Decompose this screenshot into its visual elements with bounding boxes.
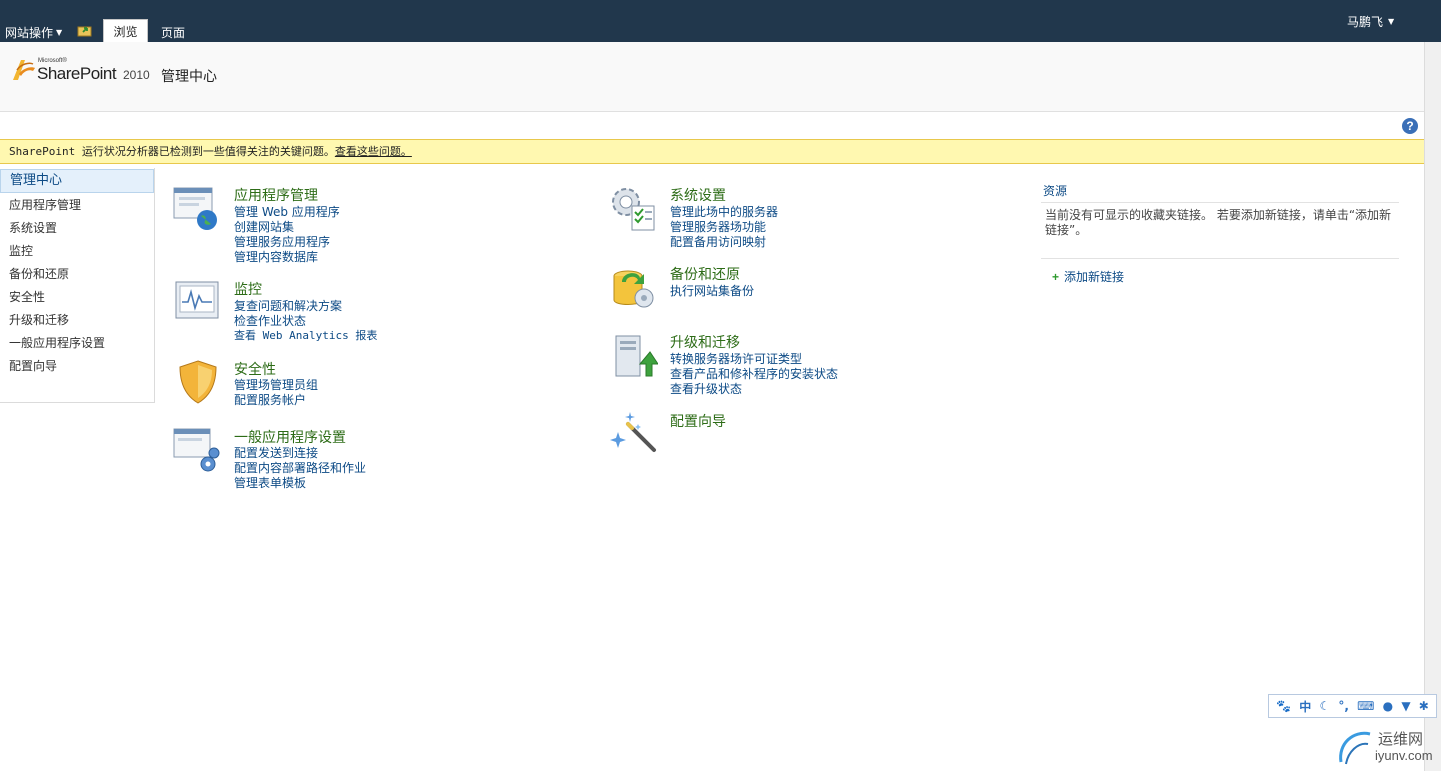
ribbon-bar: 网站操作 ▼ 浏览 页面 马鹏飞 ▼ (0, 0, 1441, 42)
title-area: Microsoft® SharePoint 2010 管理中心 (0, 42, 1424, 112)
nav-header[interactable]: 管理中心 (0, 169, 154, 193)
moon-icon[interactable]: ☾ (1319, 699, 1330, 713)
divider (1041, 202, 1399, 203)
section-title-system[interactable]: 系统设置 (670, 185, 726, 205)
watermark-domain: iyunv.com (1375, 748, 1433, 763)
nav-item-monitoring[interactable]: 监控 (9, 242, 33, 259)
nav-item-wizards[interactable]: 配置向导 (9, 357, 57, 374)
add-link-button[interactable]: + 添加新链接 (1052, 268, 1124, 285)
add-link-label: 添加新链接 (1064, 270, 1125, 284)
general-settings-icon (173, 428, 220, 472)
link-alternate-access[interactable]: 配置备用访问映射 (670, 233, 766, 250)
page-title[interactable]: 管理中心 (161, 66, 217, 86)
paw-icon[interactable]: 🐾 (1276, 699, 1291, 713)
tab-browse[interactable]: 浏览 (103, 19, 148, 42)
settings-icon[interactable]: ✱ (1419, 699, 1429, 713)
chevron-down-icon: ▼ (1388, 17, 1395, 26)
divider (1041, 258, 1399, 259)
section-title-wizards[interactable]: 配置向导 (670, 411, 726, 431)
punctuation-icon[interactable]: °, (1338, 699, 1349, 713)
status-bar: SharePoint 运行状况分析器已检测到一些值得关注的关键问题。查看这些问题… (0, 139, 1424, 164)
status-link[interactable]: 查看这些问题。 (335, 145, 412, 158)
quick-launch: 管理中心 应用程序管理 系统设置 监控 备份和还原 安全性 升级和迁移 一般应用… (0, 168, 155, 403)
resources-title: 资源 (1043, 184, 1068, 198)
nav-item-app-mgmt[interactable]: 应用程序管理 (9, 196, 81, 213)
link-upgrade-status[interactable]: 查看升级状态 (670, 380, 742, 397)
section-title-monitoring[interactable]: 监控 (234, 279, 262, 299)
link-web-analytics[interactable]: 查看 Web Analytics 报表 (234, 327, 377, 343)
section-title-backup[interactable]: 备份和还原 (670, 264, 740, 284)
keyboard-icon[interactable]: ⌨ (1357, 699, 1374, 713)
app-management-icon (173, 187, 217, 230)
brand-sharepoint: SharePoint (37, 64, 117, 83)
ime-lang[interactable]: 中 (1299, 698, 1311, 715)
brand-year: 2010 (123, 68, 150, 82)
link-form-templates[interactable]: 管理表单模板 (234, 474, 306, 491)
nav-item-backup[interactable]: 备份和还原 (9, 265, 69, 282)
site-actions-label: 网站操作 (5, 26, 54, 40)
backup-icon (613, 270, 654, 308)
nav-item-upgrade[interactable]: 升级和迁移 (9, 311, 69, 328)
shield-icon (179, 360, 217, 404)
status-message: SharePoint 运行状况分析器已检测到一些值得关注的关键问题。 (9, 145, 335, 158)
plus-icon: + (1052, 270, 1060, 284)
upgrade-icon (615, 335, 658, 377)
ime-toolbar: 🐾 中 ☾ °, ⌨ ● ▼ ✱ (1268, 694, 1437, 718)
shirt-icon[interactable]: ▼ (1401, 699, 1410, 713)
link-manage-web-apps-label: 管理 Web 应用程序 (234, 205, 340, 219)
navigate-up-icon[interactable] (77, 23, 93, 37)
resources-empty-text: 当前没有可显示的收藏夹链接。 若要添加新链接，请单击“添加新链接”。 (1045, 208, 1392, 237)
section-title-app-mgmt[interactable]: 应用程序管理 (234, 185, 318, 205)
site-actions-menu[interactable]: 网站操作 ▼ (5, 24, 62, 41)
link-manage-content-db[interactable]: 管理内容数据库 (234, 248, 318, 265)
tab-page[interactable]: 页面 (153, 21, 193, 40)
magic-wand-icon (610, 412, 656, 452)
gear-icon (612, 188, 655, 231)
sharepoint-logo-icon (13, 60, 35, 80)
help-icon[interactable]: ? (1402, 118, 1418, 134)
user-menu[interactable]: 马鹏飞 ▼ (1347, 13, 1394, 30)
user-name: 马鹏飞 (1347, 15, 1384, 29)
vertical-scrollbar[interactable] (1424, 42, 1441, 771)
section-title-upgrade[interactable]: 升级和迁移 (670, 332, 740, 352)
chevron-down-icon: ▼ (56, 28, 63, 37)
nav-item-general[interactable]: 一般应用程序设置 (9, 334, 105, 351)
watermark-cn: 运维网 (1378, 730, 1424, 748)
link-site-backup[interactable]: 执行网站集备份 (670, 282, 754, 299)
nav-item-security[interactable]: 安全性 (9, 288, 45, 305)
nav-item-system[interactable]: 系统设置 (9, 219, 57, 236)
link-service-accounts[interactable]: 配置服务帐户 (234, 391, 306, 408)
user-icon[interactable]: ● (1383, 699, 1393, 713)
monitoring-icon (175, 281, 219, 319)
